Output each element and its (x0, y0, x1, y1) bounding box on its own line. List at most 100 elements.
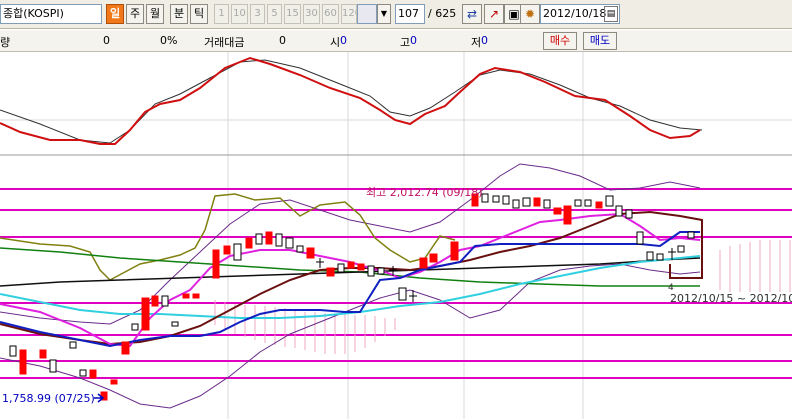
amount-label: 거래대금 (204, 36, 245, 49)
candle-up (121, 341, 130, 355)
minute-60-button[interactable]: 60 (322, 4, 339, 24)
minute-1-button[interactable]: 1 (214, 4, 229, 24)
candle-up (563, 205, 572, 225)
low-price-label: 1,758.99 (07/25) (2, 392, 95, 405)
low-value: 0 (481, 34, 488, 47)
period-minute-button[interactable]: 분 (170, 4, 188, 24)
candle-down (656, 253, 664, 261)
amount-value: 0 (279, 34, 286, 47)
candle-up (595, 201, 603, 209)
price-info-bar: 량 0 0% 거래대금 0 시 0 고 0 저 0 매수 매도 (0, 30, 792, 52)
change-percent: 0% (160, 34, 178, 47)
minute-10-button[interactable]: 10 (231, 4, 248, 24)
low-label: 저 (471, 36, 482, 49)
candle-up (212, 249, 220, 279)
open-label: 시 (330, 36, 341, 49)
candle-up (347, 261, 355, 269)
option-button[interactable]: ✹ (520, 4, 540, 24)
candle-down (512, 199, 520, 209)
candle-up (533, 197, 541, 207)
candle-down (377, 267, 385, 275)
minute-120-button[interactable]: 120 (341, 4, 357, 24)
candle-down (131, 323, 139, 331)
period-range-label: 2012/10/15 ~ 2012/10/ (670, 292, 792, 305)
high-value: 0 (410, 34, 417, 47)
compare-button[interactable]: ⇄ (462, 4, 482, 24)
candle-down (481, 193, 489, 203)
candle-down (285, 237, 294, 249)
candle-up (306, 247, 315, 259)
candle-up (182, 293, 190, 299)
date-input[interactable]: 2012/10/18 ▤ (540, 4, 620, 24)
high-label: 고 (400, 36, 411, 49)
count-input[interactable]: 107 (395, 4, 425, 24)
candle-down (9, 345, 17, 357)
candle-up (110, 379, 118, 385)
period-day-button[interactable]: 일 (106, 4, 124, 24)
candle-up (265, 231, 273, 245)
minute-3-button[interactable]: 3 (250, 4, 265, 24)
candle-down (296, 245, 304, 253)
candle-down (677, 245, 685, 253)
candle-down (161, 295, 169, 307)
oscillator-signal-line (0, 59, 703, 144)
candle-down (337, 263, 345, 273)
candle-down (522, 197, 531, 207)
volume-label: 량 (0, 36, 11, 49)
gear-icon: ✹ (524, 7, 536, 21)
buy-button[interactable]: 매수 (543, 32, 577, 50)
minute-15-button[interactable]: 15 (284, 4, 301, 24)
candle-up (553, 207, 562, 215)
candle-down (502, 195, 510, 205)
candle-down (398, 287, 407, 301)
minute-custom-input[interactable] (357, 4, 377, 24)
period-week-button[interactable]: 주 (126, 4, 144, 24)
small-number-label: 4 (668, 283, 674, 293)
oscillator-main-line (0, 56, 701, 145)
compare-icon: ⇄ (466, 7, 478, 21)
candle-down (615, 205, 623, 217)
blue-moving-average (0, 231, 700, 348)
minute-30-button[interactable]: 30 (303, 4, 320, 24)
candle-up (357, 263, 365, 271)
candle-down (171, 321, 179, 327)
candle-down (79, 369, 87, 377)
dropdown-arrow-icon: ▼ (380, 9, 388, 18)
period-month-button[interactable]: 월 (146, 4, 164, 24)
candle-up (429, 253, 438, 263)
candle-down (492, 195, 500, 203)
minute-5-button[interactable]: 5 (267, 4, 282, 24)
candle-down (584, 199, 592, 207)
candle-up (89, 369, 97, 379)
period-tick-button[interactable]: 틱 (190, 4, 208, 24)
market-select[interactable]: 종합(KOSPI) (0, 4, 102, 24)
stock-chart[interactable]: 최고 2,012.74 (09/18) 1,758.99 (07/25) 201… (0, 52, 792, 419)
candle-up (151, 295, 159, 307)
open-value: 0 (340, 34, 347, 47)
candle-down (233, 243, 242, 261)
candle-up (326, 267, 335, 277)
candle-up (245, 237, 253, 249)
candle-down (367, 265, 375, 277)
total-count: / 625 (428, 7, 457, 20)
candle-down (49, 359, 57, 373)
toolbar: 종합(KOSPI) 일 주 월 분 틱 1 10 3 5 15 30 60 12… (0, 0, 792, 29)
save-icon: ▣ (508, 7, 520, 21)
candle-down (275, 233, 283, 247)
candle-down (69, 341, 77, 349)
chart-settings-button[interactable]: ↗ (484, 4, 504, 24)
high-price-label: 최고 2,012.74 (09/18) (366, 186, 483, 199)
sell-button[interactable]: 매도 (583, 32, 617, 50)
candle-up (39, 349, 47, 359)
candle-up (419, 257, 428, 269)
candle-down (255, 233, 263, 245)
oscillator-panel (0, 56, 792, 156)
chart-settings-icon: ↗ (488, 7, 500, 21)
date-value: 2012/10/18 (543, 7, 607, 20)
minute-dropdown-button[interactable]: ▼ (377, 4, 391, 24)
calendar-icon[interactable]: ▤ (604, 6, 618, 22)
brown-moving-average (0, 210, 703, 346)
candle-down (646, 251, 654, 261)
candle-down (625, 209, 633, 219)
candle-up (141, 297, 150, 331)
